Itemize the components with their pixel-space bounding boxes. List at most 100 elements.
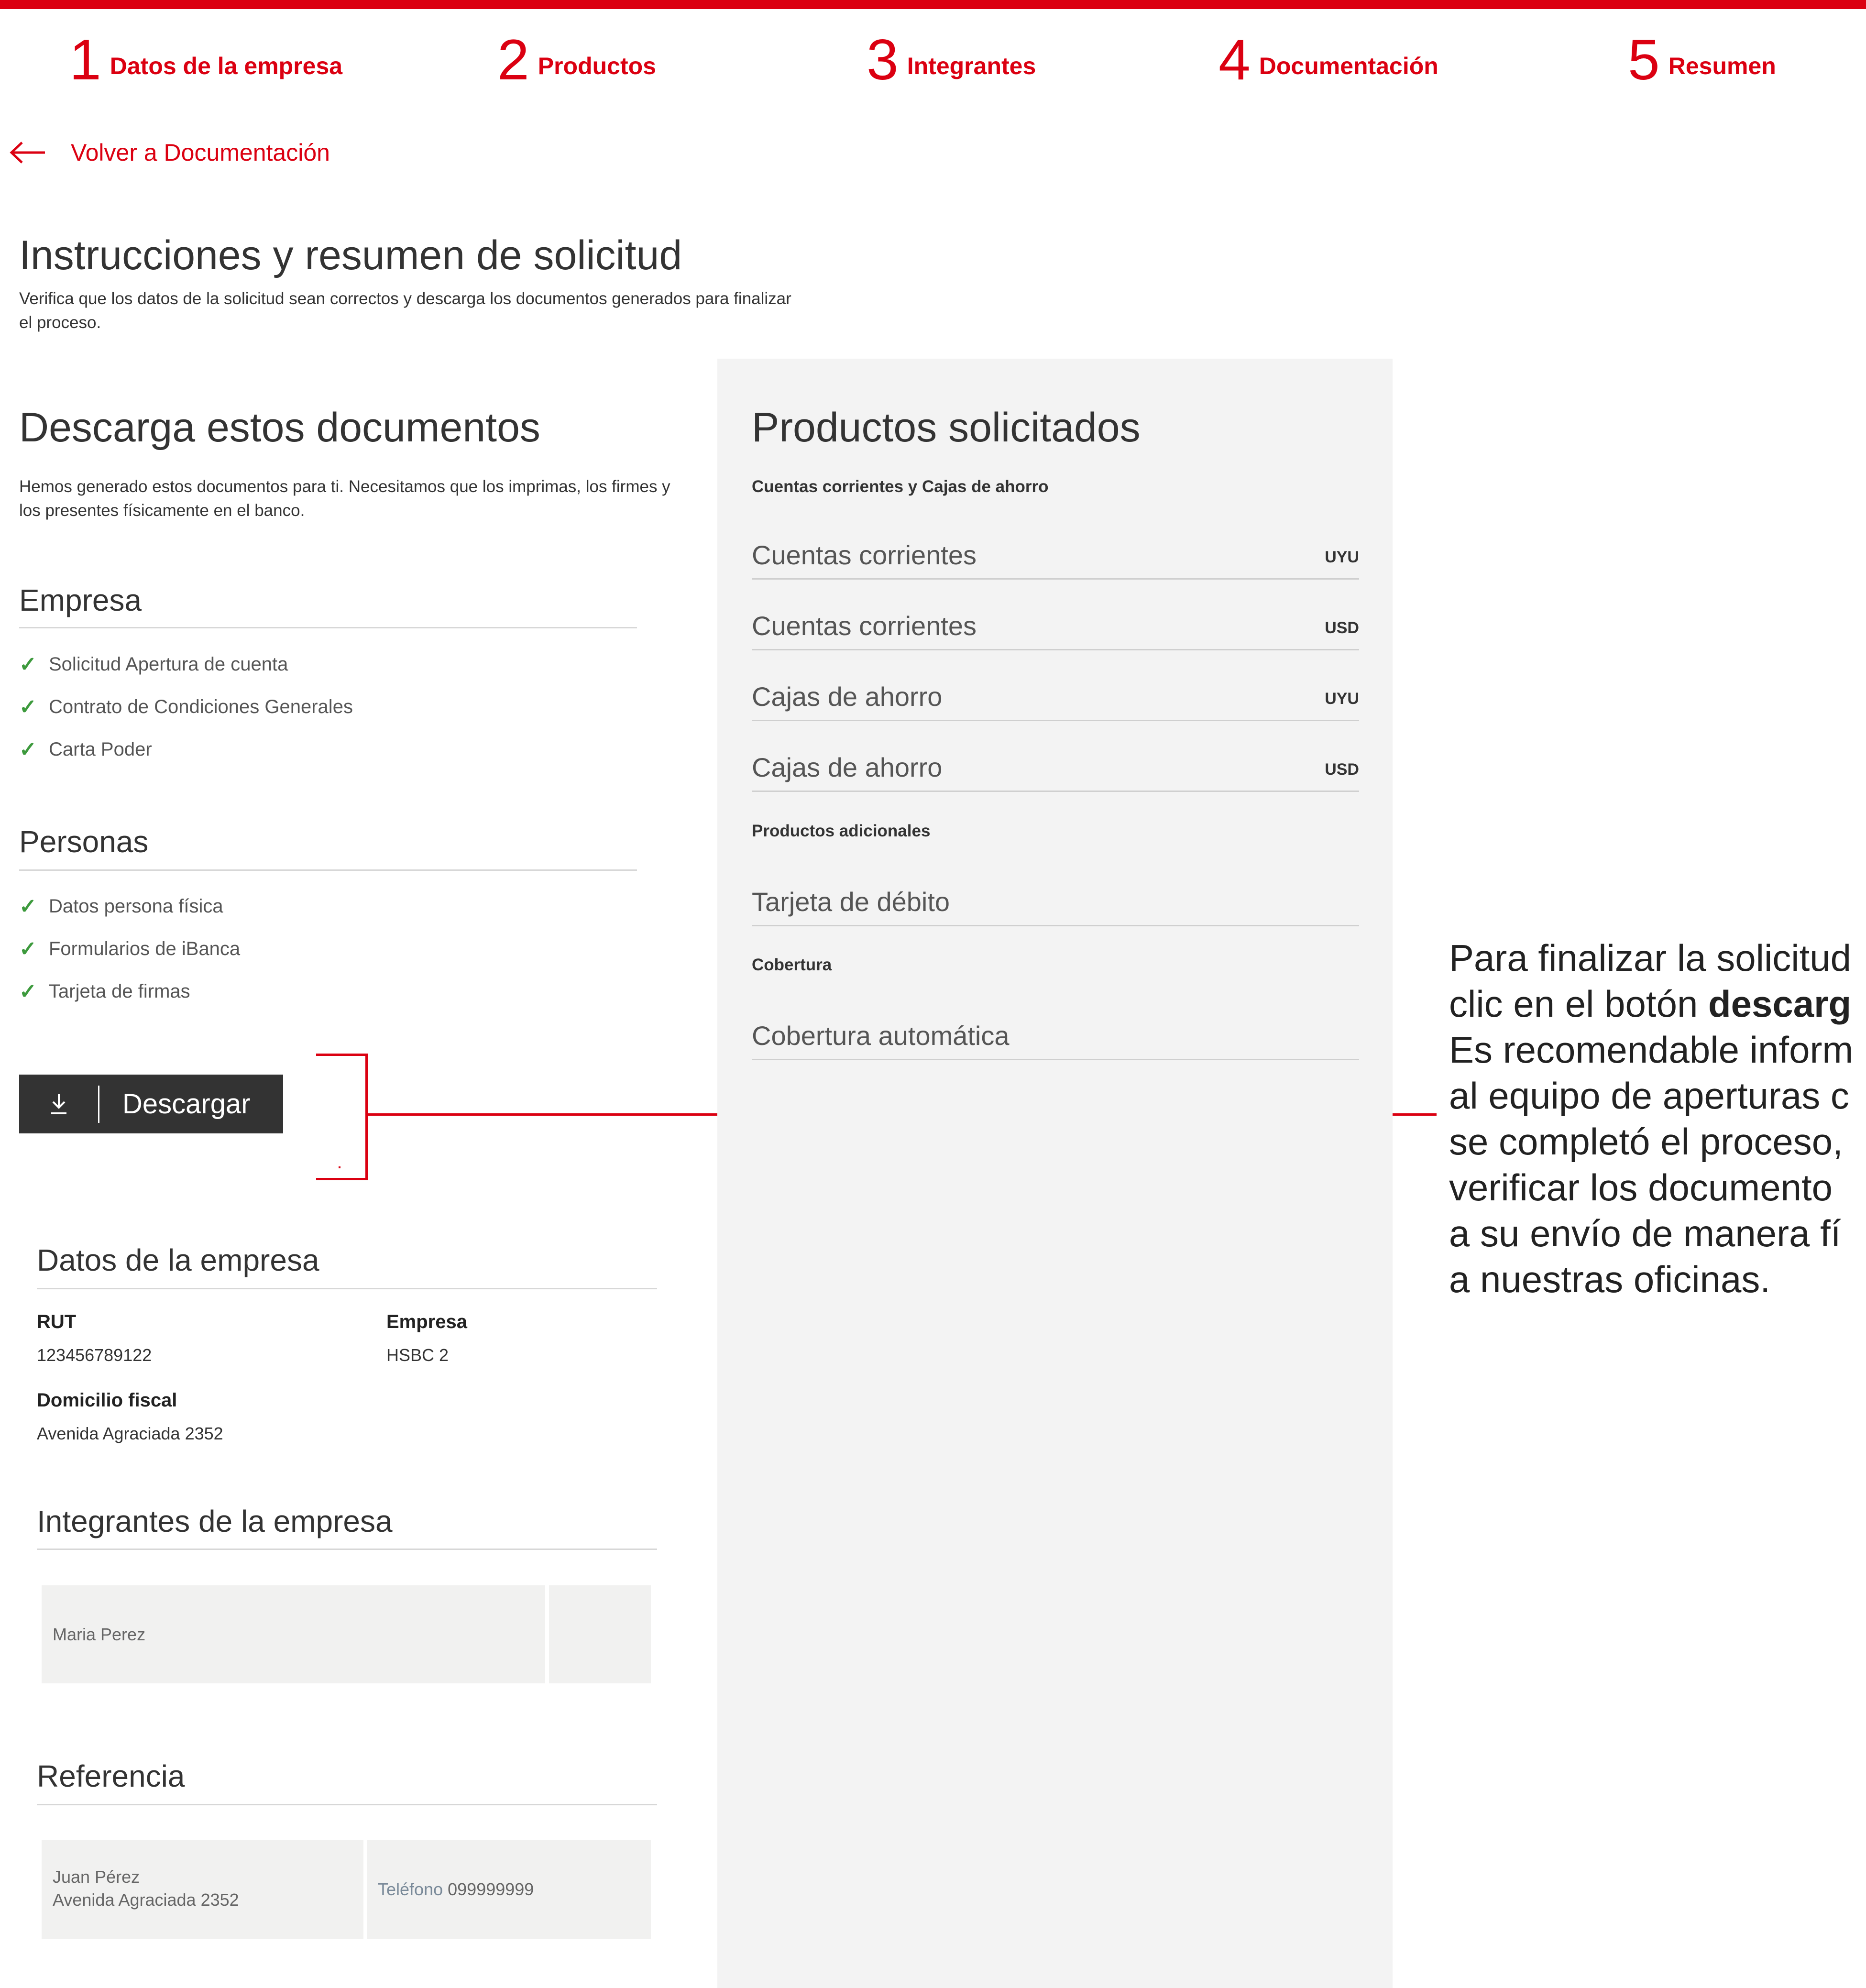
product-currency: USD	[1325, 760, 1359, 779]
product-name: Cobertura automática	[752, 1021, 1010, 1051]
product-row: Cajas de ahorro USD	[752, 752, 1359, 792]
callout-bold: descarg	[1708, 983, 1852, 1025]
list-item: ✓ Datos persona física	[19, 885, 240, 928]
callout-text: clic en el botón	[1449, 983, 1709, 1025]
step-number: 1	[69, 28, 101, 92]
doc-name: Formularios de iBanca	[49, 938, 241, 959]
download-button[interactable]: Descargar	[19, 1075, 283, 1133]
downloads-description: Hemos generado estos documentos para ti.…	[19, 477, 670, 520]
step-1[interactable]: 1 Datos de la empresa	[69, 28, 343, 92]
product-currency: UYU	[1325, 690, 1359, 708]
product-row: Cajas de ahorro UYU	[752, 681, 1359, 721]
step-label: Resumen	[1668, 53, 1776, 79]
doc-name: Solicitud Apertura de cuenta	[49, 654, 288, 675]
products-title: Productos solicitados	[752, 405, 1141, 450]
step-label: Datos de la empresa	[110, 53, 343, 79]
reference-phone: Teléfono 099999999	[378, 1879, 534, 1900]
downloads-title: Descarga estos documentos	[19, 405, 540, 450]
annotation-bracket	[316, 1054, 368, 1180]
check-icon: ✓	[19, 895, 37, 918]
product-currency: UYU	[1325, 548, 1359, 566]
list-item: ✓ Contrato de Condiciones Generales	[19, 686, 353, 728]
page-subtitle: Verifica que los datos de la solicitud s…	[19, 289, 791, 332]
rut-label: RUT	[37, 1311, 77, 1332]
member-card-actions[interactable]	[549, 1585, 651, 1683]
download-button-label: Descargar	[122, 1088, 251, 1120]
step-label: Productos	[538, 53, 656, 79]
reference-card: Juan Pérez Avenida Agraciada 2352	[42, 1840, 363, 1939]
button-separator	[98, 1085, 99, 1123]
list-item: ✓ Formularios de iBanca	[19, 928, 240, 970]
products-panel: Productos solicitados Cuentas corrientes…	[717, 359, 1393, 1988]
doc-name: Tarjeta de firmas	[49, 981, 190, 1002]
product-row: Cuentas corrientes USD	[752, 610, 1359, 650]
step-4[interactable]: 4 Documentación	[1218, 28, 1438, 92]
check-icon: ✓	[19, 653, 37, 676]
divider	[19, 869, 637, 871]
instruction-callout: Para finalizar la solicitud clic en el b…	[1449, 935, 1866, 1302]
product-name: Cuentas corrientes	[752, 540, 977, 570]
domicilio-label: Domicilio fiscal	[37, 1390, 177, 1411]
callout-line: al equipo de aperturas c	[1449, 1075, 1849, 1117]
step-number: 2	[497, 28, 529, 92]
list-item: ✓ Solicitud Apertura de cuenta	[19, 643, 353, 686]
divider	[19, 627, 637, 628]
check-icon: ✓	[19, 738, 37, 761]
page-title: Instrucciones y resumen de solicitud	[19, 232, 682, 278]
step-number: 3	[867, 28, 899, 92]
step-label: Documentación	[1259, 53, 1438, 79]
step-5[interactable]: 5 Resumen	[1628, 28, 1776, 92]
callout-line: a nuestras oficinas.	[1449, 1258, 1771, 1300]
callout-line: verificar los documento	[1449, 1166, 1833, 1208]
check-icon: ✓	[19, 937, 37, 961]
divider	[37, 1804, 657, 1805]
personas-heading: Personas	[19, 824, 149, 859]
callout-line: se completó el proceso,	[1449, 1120, 1843, 1163]
doc-name: Carta Poder	[49, 739, 152, 760]
arrow-left-icon	[10, 142, 45, 164]
domicilio-value: Avenida Agraciada 2352	[37, 1424, 223, 1443]
divider	[37, 1288, 657, 1289]
empresa-value: HSBC 2	[386, 1345, 449, 1365]
phone-label: Teléfono	[378, 1879, 443, 1899]
callout-line: a su envío de manera fí	[1449, 1212, 1841, 1254]
step-label: Integrantes	[907, 53, 1036, 79]
product-row: Cobertura automática	[752, 1020, 1359, 1060]
step-number: 5	[1628, 28, 1660, 92]
step-number: 4	[1218, 28, 1251, 92]
product-name: Tarjeta de débito	[752, 887, 950, 917]
back-link-label: Volver a Documentación	[71, 139, 330, 166]
product-name: Cajas de ahorro	[752, 752, 943, 782]
back-link[interactable]: Volver a Documentación	[9, 139, 330, 166]
download-icon	[19, 1075, 98, 1133]
personas-doc-list: ✓ Datos persona física ✓ Formularios de iB…	[19, 885, 240, 1013]
product-row: Cuentas corrientes UYU	[752, 539, 1359, 580]
phone-value: 099999999	[448, 1879, 534, 1899]
reference-name: Juan Pérez	[53, 1867, 140, 1887]
list-item: ✓ Tarjeta de firmas	[19, 970, 240, 1013]
product-name: Cuentas corrientes	[752, 611, 977, 641]
check-icon: ✓	[19, 980, 37, 1003]
annotation-dot	[339, 1166, 340, 1168]
list-item: ✓ Carta Poder	[19, 728, 353, 771]
empresa-doc-list: ✓ Solicitud Apertura de cuenta ✓ Contrato …	[19, 643, 353, 771]
step-2[interactable]: 2 Productos	[497, 28, 656, 92]
company-data-heading: Datos de la empresa	[37, 1243, 319, 1277]
callout-line: clic en el botón descarg	[1449, 981, 1866, 1027]
products-section-additional: Productos adicionales	[752, 822, 931, 840]
member-card: Maria Perez	[42, 1585, 545, 1683]
reference-address: Avenida Agraciada 2352	[53, 1890, 239, 1910]
reference-phone-card: Teléfono 099999999	[367, 1840, 651, 1939]
product-name: Cajas de ahorro	[752, 681, 943, 712]
divider	[37, 1549, 657, 1550]
doc-name: Datos persona física	[49, 896, 223, 917]
member-name: Maria Perez	[53, 1625, 146, 1644]
callout-line: Es recomendable inform	[1449, 1029, 1854, 1071]
callout-line: Para finalizar la solicitud	[1449, 937, 1852, 979]
top-accent-bar	[0, 0, 1866, 9]
product-row: Tarjeta de débito	[752, 886, 1359, 926]
step-3[interactable]: 3 Integrantes	[867, 28, 1036, 92]
product-currency: USD	[1325, 619, 1359, 637]
reference-heading: Referencia	[37, 1759, 185, 1793]
doc-name: Contrato de Condiciones Generales	[49, 696, 353, 717]
